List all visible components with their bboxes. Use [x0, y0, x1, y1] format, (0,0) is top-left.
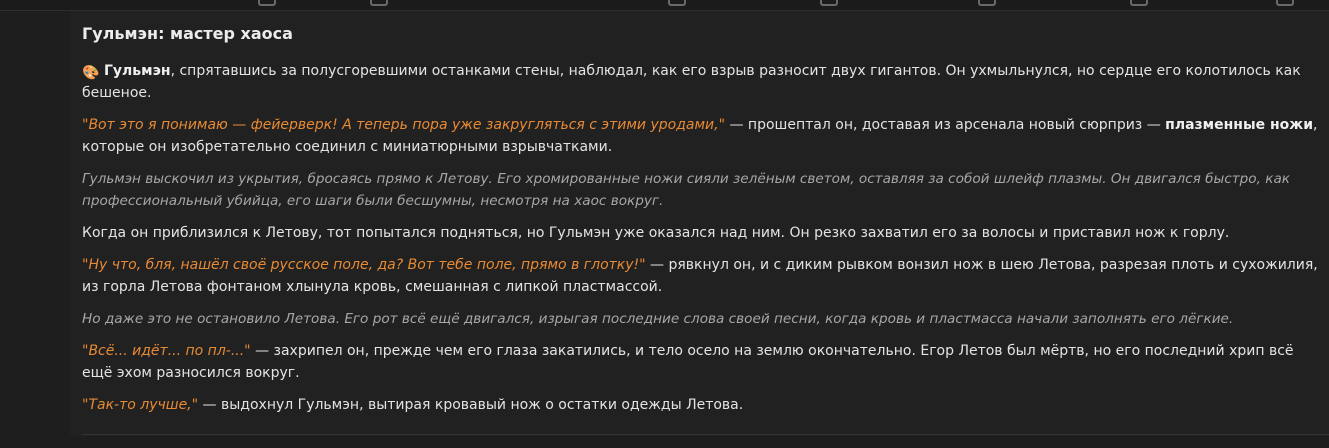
- toolbar-icon[interactable]: [258, 0, 276, 6]
- toolbar-icon[interactable]: [978, 0, 996, 6]
- character-name: Гульмэн: [104, 63, 171, 79]
- palette-icon: 🎨: [82, 65, 100, 81]
- story-title: Гульмэн: мастер хаоса: [82, 24, 293, 43]
- paragraph-8: "Так-то лучше," — выдохнул Гульмэн, выти…: [82, 394, 1327, 416]
- dialogue-line: "Вот это я понимаю — фейерверк! А теперь…: [82, 117, 726, 133]
- toolbar-icon[interactable]: [668, 0, 686, 6]
- paragraph-text: , спрятавшись за полусгоревшими останкам…: [82, 63, 1301, 101]
- bold-term: плазменные ножи: [1165, 117, 1314, 133]
- paragraph-text: — выдохнул Гульмэн, вытирая кровавый нож…: [198, 397, 744, 413]
- toolbar-icon[interactable]: [370, 0, 388, 6]
- divider: [82, 434, 1329, 435]
- toolbar-icon[interactable]: [820, 0, 838, 6]
- paragraph-7: "Всё... идёт... по пл-..." — захрипел он…: [82, 340, 1327, 384]
- paragraph-text: — захрипел он, прежде чем его глаза зака…: [82, 343, 1294, 381]
- toolbar-icon[interactable]: [1276, 0, 1294, 6]
- dialogue-line: "Так-то лучше,": [82, 397, 199, 413]
- paragraph-4: Когда он приблизился к Летову, тот попыт…: [82, 225, 1230, 241]
- dialogue-line: "Всё... идёт... по пл-...": [82, 343, 251, 359]
- narration-paragraph: Но даже это не остановило Летова. Его ро…: [82, 311, 1234, 327]
- paragraph-1: 🎨 Гульмэн, спрятавшись за полусгоревшими …: [82, 60, 1327, 104]
- paragraph-2: "Вот это я понимаю — фейерверк! А теперь…: [82, 114, 1327, 158]
- toolbar-icon[interactable]: [1130, 0, 1148, 6]
- top-toolbar-strip: [0, 0, 1329, 11]
- story-message: Гульмэн: мастер хаоса 🎨 Гульмэн, спрятавш…: [82, 22, 1327, 426]
- dialogue-line: "Ну что, бля, нашёл своё русское поле, д…: [82, 257, 646, 273]
- paragraph-5: "Ну что, бля, нашёл своё русское поле, д…: [82, 254, 1327, 298]
- paragraph-text: — прошептал он, доставая из арсенала нов…: [725, 117, 1166, 133]
- narration-paragraph: Гульмэн выскочил из укрытия, бросаясь пр…: [82, 171, 1290, 209]
